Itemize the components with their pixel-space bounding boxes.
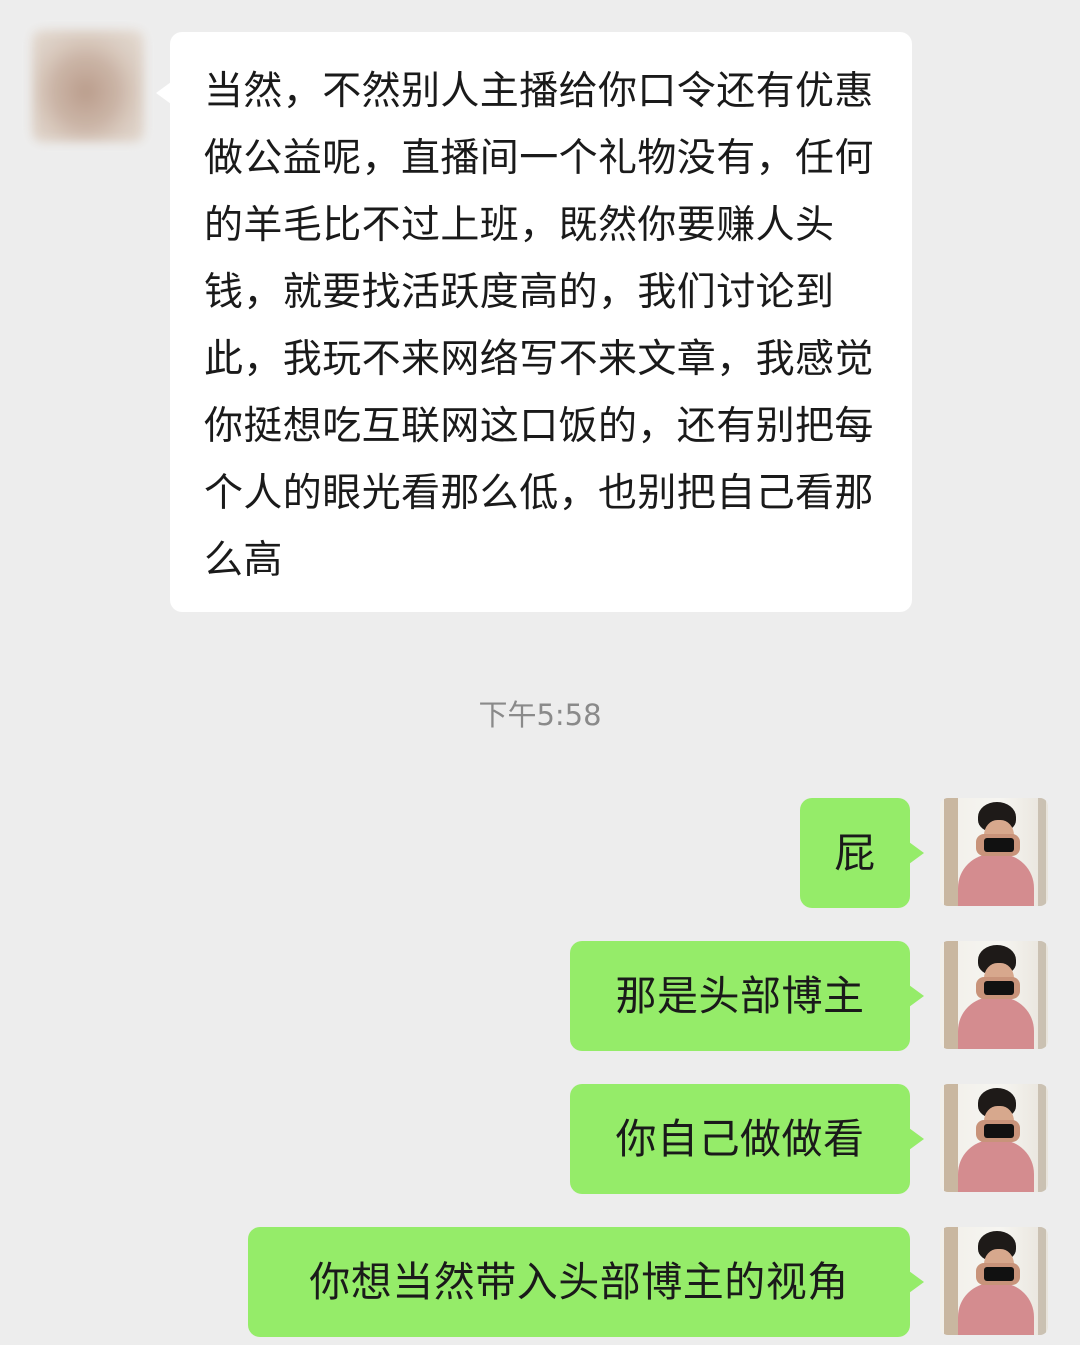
outgoing-message-text: 屁 xyxy=(834,829,876,877)
message-timestamp: 下午5:58 xyxy=(478,698,602,732)
avatar-shirt xyxy=(958,997,1034,1049)
self-avatar[interactable] xyxy=(940,1227,1048,1335)
avatar-background-edge xyxy=(1038,798,1046,906)
avatar-shirt xyxy=(958,1283,1034,1335)
avatar-background-door xyxy=(944,941,958,1049)
avatar-background-door xyxy=(944,1227,958,1335)
avatar-background-edge xyxy=(1038,1227,1046,1335)
avatar-background-edge xyxy=(1038,941,1046,1049)
avatar-phone xyxy=(984,1267,1014,1281)
contact-avatar[interactable] xyxy=(32,30,144,142)
outgoing-message-text: 你自己做做看 xyxy=(615,1115,865,1163)
avatar-background-door xyxy=(944,798,958,906)
avatar-shirt xyxy=(958,854,1034,906)
avatar-shirt xyxy=(958,1140,1034,1192)
avatar-background-edge xyxy=(1038,1084,1046,1192)
self-avatar[interactable] xyxy=(940,941,1048,1049)
outgoing-message-text: 那是头部博主 xyxy=(615,972,865,1020)
self-avatar[interactable] xyxy=(940,1084,1048,1192)
avatar-background-door xyxy=(944,1084,958,1192)
incoming-message-text: 当然，不然别人主播给你口令还有优惠做公益呢，直播间一个礼物没有，任何的羊毛比不过… xyxy=(204,69,874,583)
outgoing-message-bubble[interactable]: 屁 xyxy=(800,798,924,908)
outgoing-message-bubble[interactable]: 你想当然带入头部博主的视角 xyxy=(248,1227,924,1337)
outgoing-message-text: 你想当然带入头部博主的视角 xyxy=(309,1258,849,1306)
outgoing-message-bubble[interactable]: 那是头部博主 xyxy=(570,941,924,1051)
outgoing-message-bubble[interactable]: 你自己做做看 xyxy=(570,1084,924,1194)
avatar-phone xyxy=(984,981,1014,995)
avatar-phone xyxy=(984,1124,1014,1138)
avatar-phone xyxy=(984,838,1014,852)
self-avatar[interactable] xyxy=(940,798,1048,906)
